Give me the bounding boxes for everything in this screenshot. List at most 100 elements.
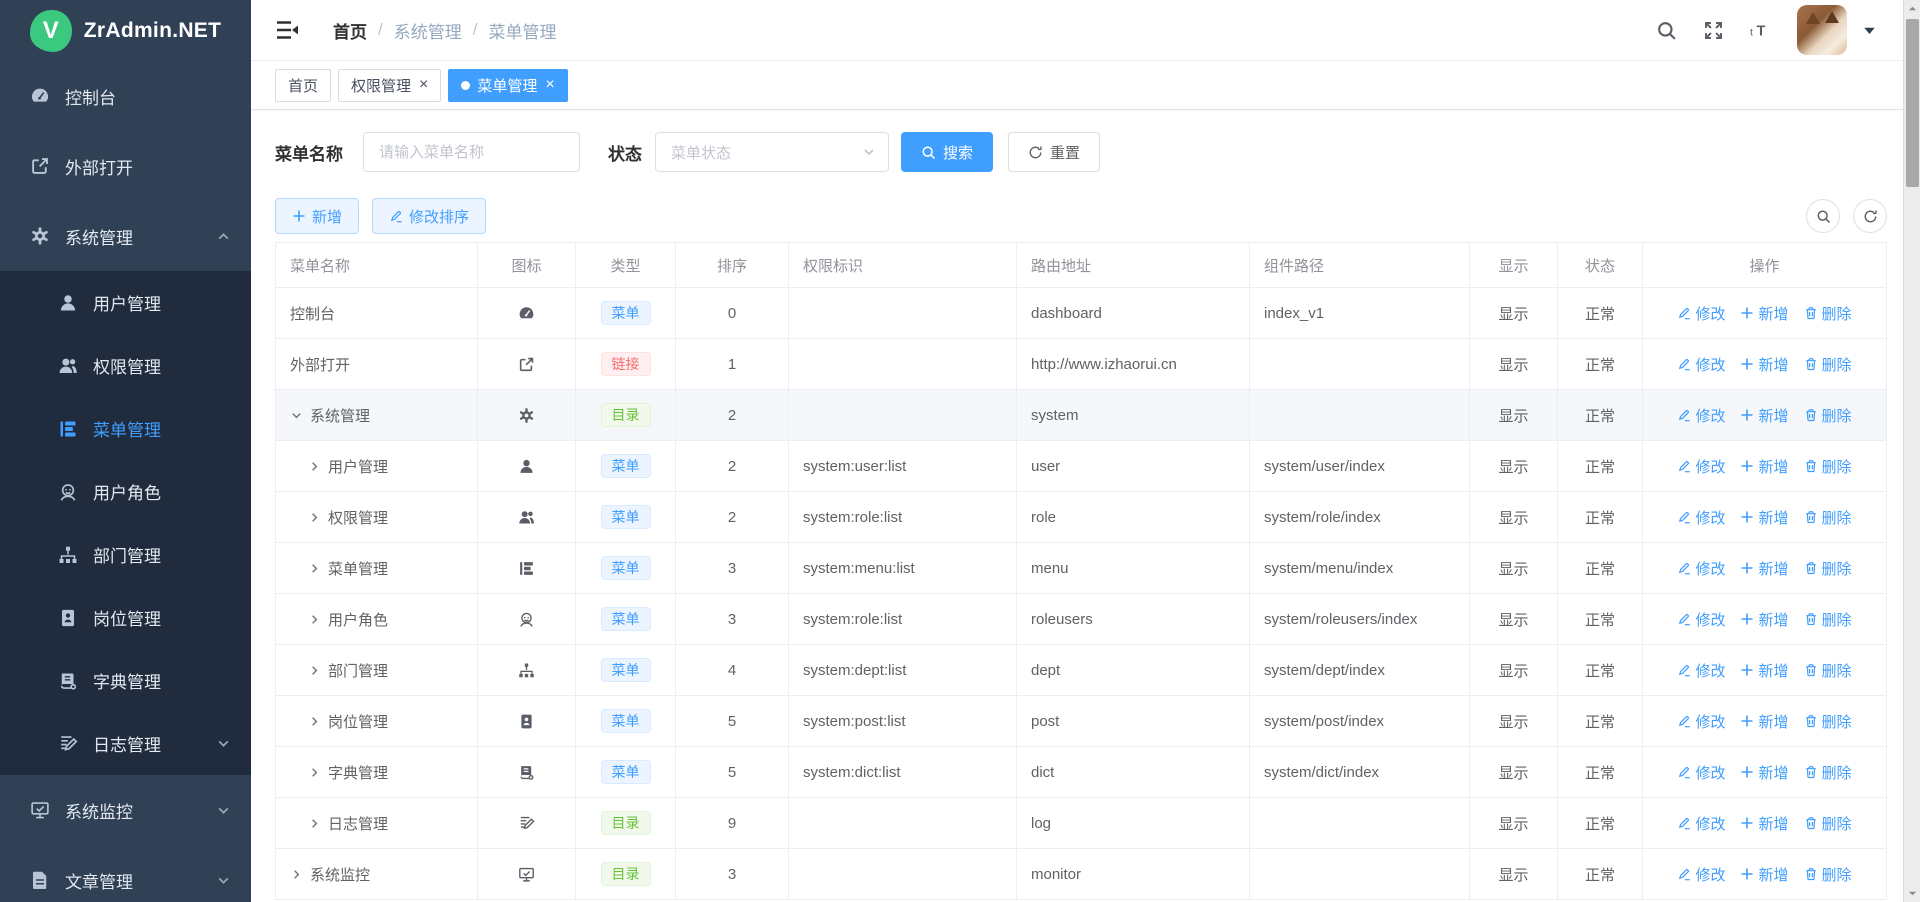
font-size-icon[interactable]: tT bbox=[1750, 20, 1771, 41]
edit-sort-button[interactable]: 修改排序 bbox=[372, 198, 486, 234]
user-avatar[interactable] bbox=[1797, 5, 1847, 55]
edit-icon bbox=[1677, 714, 1691, 728]
plus-icon bbox=[1740, 612, 1754, 626]
chevron-right-icon[interactable] bbox=[308, 511, 321, 524]
sidebar-item-label: 用户管理 bbox=[93, 290, 161, 315]
action-plus[interactable]: 新增 bbox=[1740, 303, 1788, 324]
action-plus[interactable]: 新增 bbox=[1740, 711, 1788, 732]
action-edit[interactable]: 修改 bbox=[1677, 303, 1725, 324]
cell-icon bbox=[478, 288, 576, 339]
action-delete[interactable]: 删除 bbox=[1804, 558, 1852, 579]
show-search-button[interactable] bbox=[1806, 199, 1840, 233]
sidebar-item-dict-book[interactable]: 字典管理 bbox=[0, 649, 251, 712]
search-icon[interactable] bbox=[1656, 20, 1677, 41]
reset-button[interactable]: 重置 bbox=[1008, 132, 1100, 172]
tab-item[interactable]: 首页 bbox=[275, 69, 331, 102]
sidebar-item-badge[interactable]: 岗位管理 bbox=[0, 586, 251, 649]
action-plus[interactable]: 新增 bbox=[1740, 813, 1788, 834]
action-delete[interactable]: 删除 bbox=[1804, 762, 1852, 783]
edit-icon bbox=[1677, 561, 1691, 575]
action-delete[interactable]: 删除 bbox=[1804, 354, 1852, 375]
sidebar-item-users[interactable]: 权限管理 bbox=[0, 334, 251, 397]
sidebar-item-article[interactable]: 文章管理 bbox=[0, 845, 251, 902]
menu-name-input[interactable] bbox=[363, 132, 580, 172]
table-row: 字典管理菜单5system:dict:listdictsystem/dict/i… bbox=[276, 747, 1887, 798]
action-edit[interactable]: 修改 bbox=[1677, 354, 1725, 375]
action-plus[interactable]: 新增 bbox=[1740, 405, 1788, 426]
action-edit[interactable]: 修改 bbox=[1677, 813, 1725, 834]
sidebar-item-monitor[interactable]: 系统监控 bbox=[0, 775, 251, 845]
action-plus[interactable]: 新增 bbox=[1740, 864, 1788, 885]
action-label: 新增 bbox=[1758, 813, 1788, 834]
action-delete[interactable]: 删除 bbox=[1804, 660, 1852, 681]
fullscreen-icon[interactable] bbox=[1703, 20, 1724, 41]
status-select[interactable]: 菜单状态 bbox=[655, 132, 889, 172]
chevron-down-icon[interactable] bbox=[290, 409, 303, 422]
tab-item[interactable]: 权限管理× bbox=[338, 69, 441, 102]
chevron-right-icon[interactable] bbox=[308, 460, 321, 473]
sidebar-item-external-link[interactable]: 外部打开 bbox=[0, 131, 251, 201]
action-plus[interactable]: 新增 bbox=[1740, 660, 1788, 681]
chevron-right-icon[interactable] bbox=[308, 562, 321, 575]
scrollbar-thumb[interactable] bbox=[1906, 19, 1919, 187]
close-icon[interactable]: × bbox=[545, 77, 554, 93]
caret-down-icon[interactable] bbox=[1863, 24, 1876, 37]
scroll-down-icon[interactable] bbox=[1904, 885, 1920, 902]
chevron-right-icon[interactable] bbox=[308, 817, 321, 830]
action-plus[interactable]: 新增 bbox=[1740, 558, 1788, 579]
action-plus[interactable]: 新增 bbox=[1740, 507, 1788, 528]
action-edit[interactable]: 修改 bbox=[1677, 507, 1725, 528]
action-edit[interactable]: 修改 bbox=[1677, 609, 1725, 630]
action-delete[interactable]: 删除 bbox=[1804, 303, 1852, 324]
action-plus[interactable]: 新增 bbox=[1740, 609, 1788, 630]
action-label: 修改 bbox=[1695, 813, 1725, 834]
sidebar-item-gear[interactable]: 系统管理 bbox=[0, 201, 251, 271]
sidebar-item-menu-tree[interactable]: 菜单管理 bbox=[0, 397, 251, 460]
action-edit[interactable]: 修改 bbox=[1677, 660, 1725, 681]
tab-item[interactable]: 菜单管理× bbox=[448, 69, 567, 102]
action-edit[interactable]: 修改 bbox=[1677, 558, 1725, 579]
action-delete[interactable]: 删除 bbox=[1804, 405, 1852, 426]
action-edit[interactable]: 修改 bbox=[1677, 864, 1725, 885]
sidebar-item-user[interactable]: 用户管理 bbox=[0, 271, 251, 334]
vertical-scrollbar[interactable] bbox=[1903, 0, 1920, 902]
scroll-up-icon[interactable] bbox=[1904, 0, 1920, 17]
cell-order: 1 bbox=[676, 339, 789, 390]
chevron-right-icon[interactable] bbox=[308, 766, 321, 779]
sidebar-item-robot[interactable]: 用户角色 bbox=[0, 460, 251, 523]
sidebar-item-org-tree[interactable]: 部门管理 bbox=[0, 523, 251, 586]
action-delete[interactable]: 删除 bbox=[1804, 609, 1852, 630]
action-plus[interactable]: 新增 bbox=[1740, 456, 1788, 477]
add-button[interactable]: 新增 bbox=[275, 198, 359, 234]
close-icon[interactable]: × bbox=[419, 77, 428, 93]
refresh-table-button[interactable] bbox=[1853, 199, 1887, 233]
action-edit[interactable]: 修改 bbox=[1677, 405, 1725, 426]
action-delete[interactable]: 删除 bbox=[1804, 507, 1852, 528]
action-label: 新增 bbox=[1758, 711, 1788, 732]
search-button[interactable]: 搜索 bbox=[901, 132, 993, 172]
sidebar-item-log-edit[interactable]: 日志管理 bbox=[0, 712, 251, 775]
chevron-right-icon[interactable] bbox=[290, 868, 303, 881]
action-delete[interactable]: 删除 bbox=[1804, 813, 1852, 834]
action-delete[interactable]: 删除 bbox=[1804, 711, 1852, 732]
cell-component: system/roleusers/index bbox=[1250, 594, 1470, 645]
breadcrumb-item[interactable]: 首页 bbox=[333, 18, 367, 43]
cell-actions: 修改 新增删除 bbox=[1643, 798, 1887, 849]
chevron-down-icon bbox=[216, 803, 231, 818]
chevron-right-icon[interactable] bbox=[308, 715, 321, 728]
plus-icon bbox=[292, 209, 306, 223]
action-delete[interactable]: 删除 bbox=[1804, 864, 1852, 885]
users-icon bbox=[58, 356, 78, 376]
chevron-right-icon[interactable] bbox=[308, 613, 321, 626]
action-plus[interactable]: 新增 bbox=[1740, 762, 1788, 783]
action-edit[interactable]: 修改 bbox=[1677, 711, 1725, 732]
action-edit[interactable]: 修改 bbox=[1677, 762, 1725, 783]
app-logo[interactable]: V ZrAdmin.NET bbox=[0, 0, 251, 61]
sidebar-fold-icon[interactable] bbox=[275, 18, 299, 42]
chevron-right-icon[interactable] bbox=[308, 664, 321, 677]
action-plus[interactable]: 新增 bbox=[1740, 354, 1788, 375]
sidebar-item-label: 控制台 bbox=[65, 84, 116, 109]
action-edit[interactable]: 修改 bbox=[1677, 456, 1725, 477]
sidebar-item-dashboard[interactable]: 控制台 bbox=[0, 61, 251, 131]
action-delete[interactable]: 删除 bbox=[1804, 456, 1852, 477]
